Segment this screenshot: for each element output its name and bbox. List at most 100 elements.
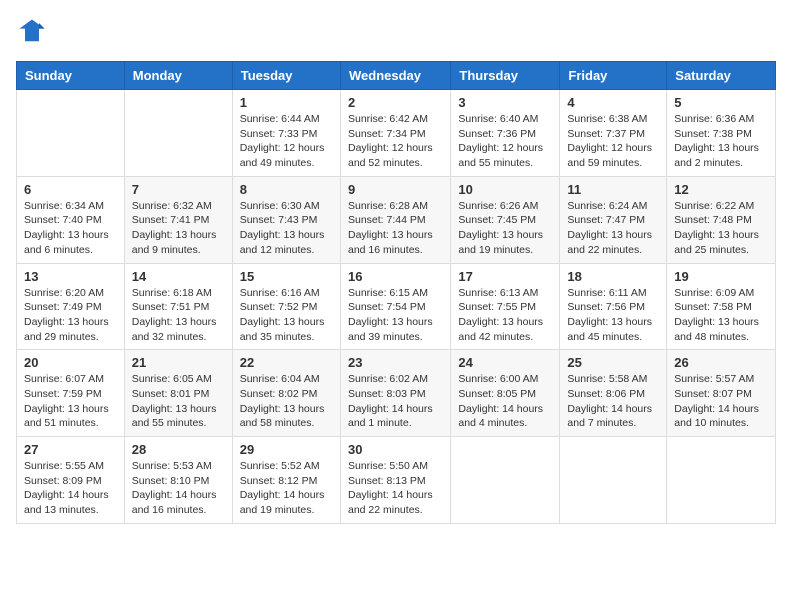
day-number: 30 (348, 442, 443, 457)
day-info: Sunrise: 6:07 AM Sunset: 7:59 PM Dayligh… (24, 372, 117, 431)
day-number: 29 (240, 442, 333, 457)
day-number: 22 (240, 355, 333, 370)
calendar-cell: 26Sunrise: 5:57 AM Sunset: 8:07 PM Dayli… (667, 350, 776, 437)
day-number: 16 (348, 269, 443, 284)
calendar-cell: 18 Sunrise: 6:11 AM Sunset: 7:56 PM Dayli… (560, 263, 667, 350)
day-info: Sunrise: 6:13 AM Sunset: 7:55 PM Dayligh… (458, 286, 552, 345)
calendar-cell: 2 Sunrise: 6:42 AM Sunset: 7:34 PM Daylig… (340, 90, 450, 177)
day-number: 20 (24, 355, 117, 370)
day-info: Sunrise: 6:20 AM Sunset: 7:49 PM Dayligh… (24, 286, 117, 345)
day-info: Sunrise: 6:34 AM Sunset: 7:40 PM Dayligh… (24, 199, 117, 258)
day-info: Sunrise: 6:18 AM Sunset: 7:51 PM Dayligh… (132, 286, 225, 345)
day-number: 3 (458, 95, 552, 110)
calendar-cell: 22 Sunrise: 6:04 AM Sunset: 8:02 PM Dayli… (232, 350, 340, 437)
day-info: Sunrise: 5:55 AM Sunset: 8:09 PM Dayligh… (24, 459, 117, 518)
calendar-cell: 24 Sunrise: 6:00 AM Sunset: 8:05 PM Dayli… (451, 350, 560, 437)
calendar-cell (124, 90, 232, 177)
day-info: Sunrise: 6:16 AM Sunset: 7:52 PM Dayligh… (240, 286, 333, 345)
day-number: 11 (567, 182, 659, 197)
calendar-cell (560, 437, 667, 524)
calendar-cell: 20 Sunrise: 6:07 AM Sunset: 7:59 PM Dayli… (17, 350, 125, 437)
day-info: Sunrise: 5:58 AM Sunset: 8:06 PM Dayligh… (567, 372, 659, 431)
calendar-cell: 7 Sunrise: 6:32 AM Sunset: 7:41 PM Daylig… (124, 176, 232, 263)
calendar-cell: 5 Sunrise: 6:36 AM Sunset: 7:38 PM Daylig… (667, 90, 776, 177)
calendar-cell: 15 Sunrise: 6:16 AM Sunset: 7:52 PM Dayli… (232, 263, 340, 350)
day-info: Sunrise: 6:26 AM Sunset: 7:45 PM Dayligh… (458, 199, 552, 258)
calendar-cell: 30 Sunrise: 5:50 AM Sunset: 8:13 PM Dayli… (340, 437, 450, 524)
day-info: Sunrise: 6:24 AM Sunset: 7:47 PM Dayligh… (567, 199, 659, 258)
day-info: Sunrise: 6:09 AM Sunset: 7:58 PM Dayligh… (674, 286, 768, 345)
day-of-week-header: Tuesday (232, 62, 340, 90)
calendar-cell: 14 Sunrise: 6:18 AM Sunset: 7:51 PM Dayli… (124, 263, 232, 350)
day-number: 12 (674, 182, 768, 197)
calendar-cell: 21 Sunrise: 6:05 AM Sunset: 8:01 PM Dayli… (124, 350, 232, 437)
day-number: 24 (458, 355, 552, 370)
day-info: Sunrise: 6:38 AM Sunset: 7:37 PM Dayligh… (567, 112, 659, 171)
day-of-week-header: Sunday (17, 62, 125, 90)
day-info: Sunrise: 6:36 AM Sunset: 7:38 PM Dayligh… (674, 112, 768, 171)
day-number: 7 (132, 182, 225, 197)
calendar-cell: 25Sunrise: 5:58 AM Sunset: 8:06 PM Dayli… (560, 350, 667, 437)
day-number: 15 (240, 269, 333, 284)
logo-icon (18, 16, 46, 44)
day-of-week-header: Wednesday (340, 62, 450, 90)
day-number: 18 (567, 269, 659, 284)
day-number: 27 (24, 442, 117, 457)
calendar-cell: 10 Sunrise: 6:26 AM Sunset: 7:45 PM Dayli… (451, 176, 560, 263)
day-info: Sunrise: 6:40 AM Sunset: 7:36 PM Dayligh… (458, 112, 552, 171)
day-info: Sunrise: 6:30 AM Sunset: 7:43 PM Dayligh… (240, 199, 333, 258)
calendar-cell: 1 Sunrise: 6:44 AM Sunset: 7:33 PM Daylig… (232, 90, 340, 177)
calendar-cell: 16 Sunrise: 6:15 AM Sunset: 7:54 PM Dayli… (340, 263, 450, 350)
day-info: Sunrise: 6:00 AM Sunset: 8:05 PM Dayligh… (458, 372, 552, 431)
day-number: 14 (132, 269, 225, 284)
day-of-week-header: Thursday (451, 62, 560, 90)
day-number: 13 (24, 269, 117, 284)
day-number: 19 (674, 269, 768, 284)
day-number: 28 (132, 442, 225, 457)
calendar-cell: 9 Sunrise: 6:28 AM Sunset: 7:44 PM Daylig… (340, 176, 450, 263)
day-number: 21 (132, 355, 225, 370)
day-number: 8 (240, 182, 333, 197)
calendar-cell: 27 Sunrise: 5:55 AM Sunset: 8:09 PM Dayli… (17, 437, 125, 524)
day-number: 10 (458, 182, 552, 197)
day-info: Sunrise: 6:32 AM Sunset: 7:41 PM Dayligh… (132, 199, 225, 258)
calendar-cell: 12 Sunrise: 6:22 AM Sunset: 7:48 PM Dayli… (667, 176, 776, 263)
day-info: Sunrise: 5:50 AM Sunset: 8:13 PM Dayligh… (348, 459, 443, 518)
day-number: 23 (348, 355, 443, 370)
calendar-cell: 3 Sunrise: 6:40 AM Sunset: 7:36 PM Daylig… (451, 90, 560, 177)
calendar-cell: 28Sunrise: 5:53 AM Sunset: 8:10 PM Dayli… (124, 437, 232, 524)
calendar-cell: 17Sunrise: 6:13 AM Sunset: 7:55 PM Dayli… (451, 263, 560, 350)
day-number: 6 (24, 182, 117, 197)
day-info: Sunrise: 6:15 AM Sunset: 7:54 PM Dayligh… (348, 286, 443, 345)
day-info: Sunrise: 6:04 AM Sunset: 8:02 PM Dayligh… (240, 372, 333, 431)
calendar-cell (667, 437, 776, 524)
calendar-cell: 11 Sunrise: 6:24 AM Sunset: 7:47 PM Dayli… (560, 176, 667, 263)
day-number: 9 (348, 182, 443, 197)
day-number: 5 (674, 95, 768, 110)
calendar-week-row: 27 Sunrise: 5:55 AM Sunset: 8:09 PM Dayli… (17, 437, 776, 524)
logo (16, 16, 48, 49)
day-info: Sunrise: 6:42 AM Sunset: 7:34 PM Dayligh… (348, 112, 443, 171)
calendar-cell: 13 Sunrise: 6:20 AM Sunset: 7:49 PM Dayli… (17, 263, 125, 350)
calendar-cell: 19 Sunrise: 6:09 AM Sunset: 7:58 PM Dayli… (667, 263, 776, 350)
calendar-header-row: SundayMondayTuesdayWednesdayThursdayFrid… (17, 62, 776, 90)
day-number: 26 (674, 355, 768, 370)
day-number: 4 (567, 95, 659, 110)
calendar-cell: 8 Sunrise: 6:30 AM Sunset: 7:43 PM Daylig… (232, 176, 340, 263)
day-number: 1 (240, 95, 333, 110)
day-info: Sunrise: 6:11 AM Sunset: 7:56 PM Dayligh… (567, 286, 659, 345)
day-of-week-header: Saturday (667, 62, 776, 90)
page: SundayMondayTuesdayWednesdayThursdayFrid… (0, 0, 792, 612)
calendar-cell: 23 Sunrise: 6:02 AM Sunset: 8:03 PM Dayli… (340, 350, 450, 437)
header (16, 16, 776, 49)
day-info: Sunrise: 6:22 AM Sunset: 7:48 PM Dayligh… (674, 199, 768, 258)
calendar-cell (451, 437, 560, 524)
calendar-week-row: 20 Sunrise: 6:07 AM Sunset: 7:59 PM Dayli… (17, 350, 776, 437)
day-info: Sunrise: 6:05 AM Sunset: 8:01 PM Dayligh… (132, 372, 225, 431)
day-info: Sunrise: 6:44 AM Sunset: 7:33 PM Dayligh… (240, 112, 333, 171)
day-of-week-header: Monday (124, 62, 232, 90)
day-of-week-header: Friday (560, 62, 667, 90)
day-info: Sunrise: 6:02 AM Sunset: 8:03 PM Dayligh… (348, 372, 443, 431)
day-info: Sunrise: 6:28 AM Sunset: 7:44 PM Dayligh… (348, 199, 443, 258)
day-number: 2 (348, 95, 443, 110)
